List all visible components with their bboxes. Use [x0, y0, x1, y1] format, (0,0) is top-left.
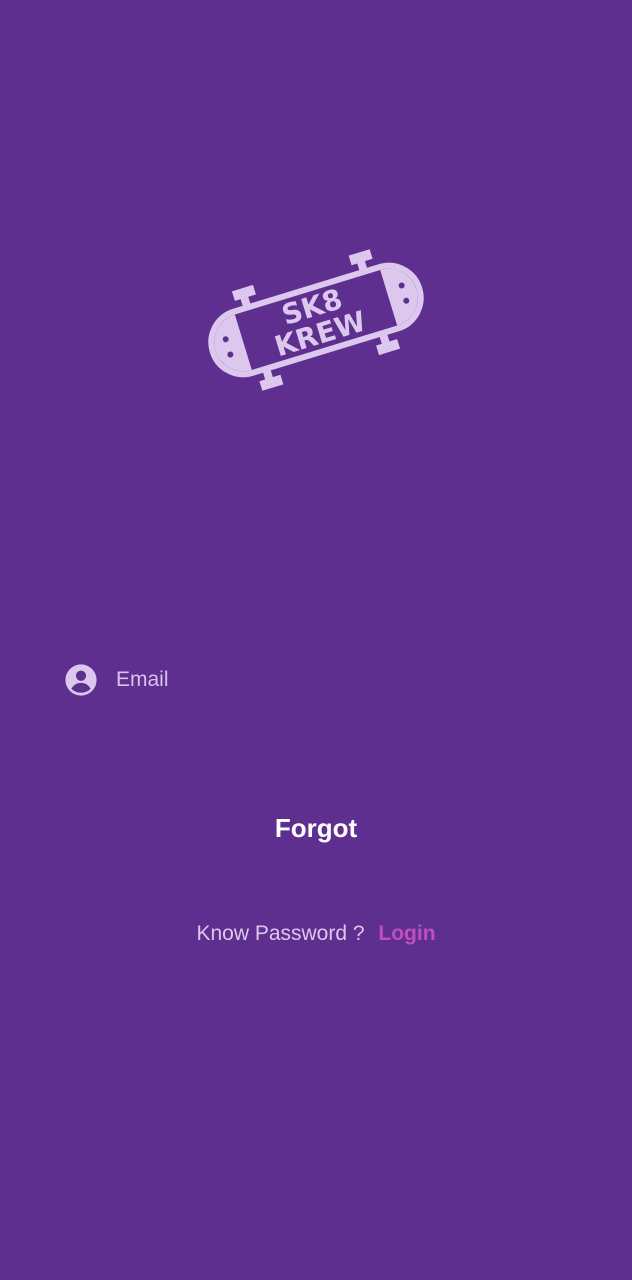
email-field-row[interactable] — [64, 660, 568, 700]
account-circle-icon — [65, 664, 97, 696]
forgot-button[interactable]: Forgot — [216, 800, 416, 856]
email-input[interactable] — [116, 662, 516, 698]
know-password-text: Know Password ? — [196, 922, 365, 945]
login-link[interactable]: Login — [378, 922, 435, 945]
skateboard-logo-icon: SK8 KREW — [208, 249, 424, 391]
login-prompt: Know Password ? Login — [0, 922, 632, 946]
app-logo: SK8 KREW — [200, 240, 432, 400]
